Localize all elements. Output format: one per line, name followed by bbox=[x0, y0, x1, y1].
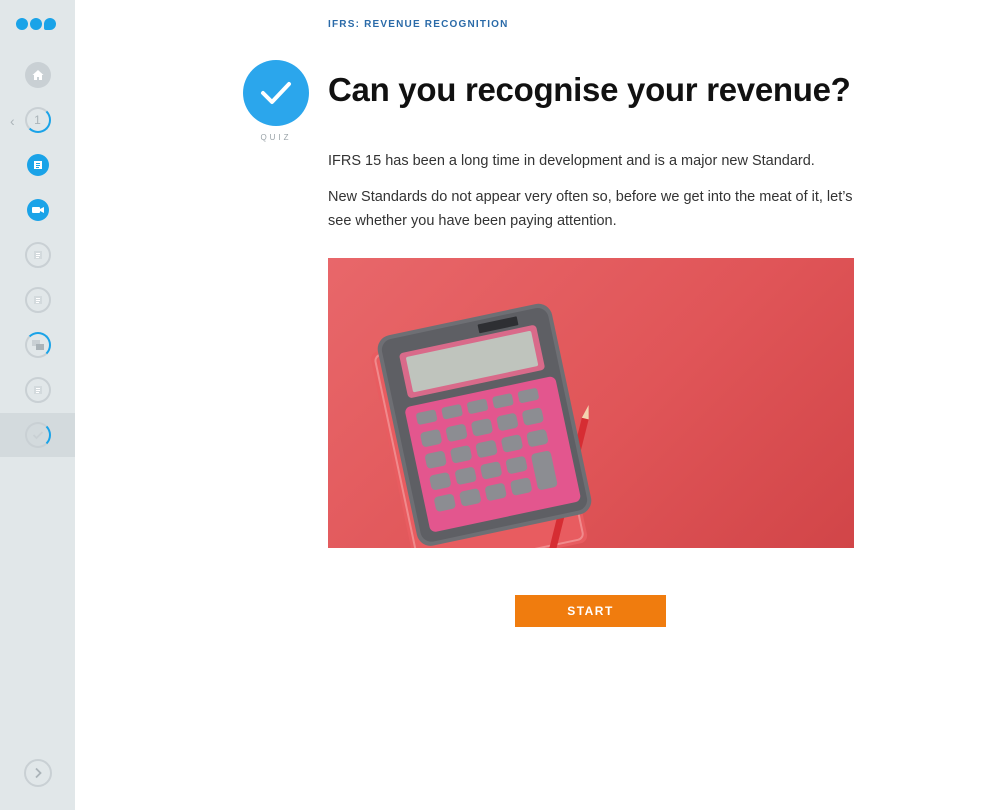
logo bbox=[16, 18, 56, 30]
sidebar-item-article-4[interactable] bbox=[0, 368, 75, 412]
sidebar: ‹ 1 bbox=[0, 0, 75, 810]
sidebar-item-progress[interactable]: 1 bbox=[0, 98, 75, 142]
sidebar-item-quiz[interactable] bbox=[0, 413, 75, 457]
home-icon bbox=[24, 62, 51, 88]
sidebar-item-discussion[interactable] bbox=[0, 323, 75, 367]
article-icon bbox=[26, 154, 49, 176]
start-button[interactable]: START bbox=[515, 595, 666, 627]
article-icon bbox=[24, 377, 51, 403]
sidebar-item-article-3[interactable] bbox=[0, 278, 75, 322]
breadcrumb[interactable]: IFRS: REVENUE RECOGNITION bbox=[328, 19, 509, 30]
discussion-icon bbox=[24, 332, 51, 358]
article-icon bbox=[24, 242, 51, 268]
progress-ring: 1 bbox=[24, 107, 51, 133]
quiz-label: QUIZ bbox=[260, 133, 292, 142]
body-paragraph: New Standards do not appear very often s… bbox=[328, 189, 853, 229]
sidebar-item-home[interactable] bbox=[0, 53, 75, 97]
quiz-badge bbox=[243, 60, 309, 126]
quiz-check-icon bbox=[24, 422, 51, 448]
article-icon bbox=[24, 287, 51, 313]
page-title: Can you recognise your revenue? bbox=[328, 71, 851, 108]
progress-number: 1 bbox=[34, 113, 41, 127]
sidebar-item-article-1[interactable] bbox=[0, 143, 75, 187]
video-icon bbox=[26, 199, 49, 221]
hero-image bbox=[328, 258, 854, 548]
checkmark-icon bbox=[261, 82, 291, 104]
intro-paragraph: IFRS 15 has been a long time in developm… bbox=[328, 153, 815, 169]
sidebar-item-article-2[interactable] bbox=[0, 233, 75, 277]
chevron-right-icon bbox=[35, 767, 42, 779]
sidebar-item-video[interactable] bbox=[0, 188, 75, 232]
next-button[interactable] bbox=[24, 759, 52, 787]
calculator-illustration bbox=[371, 303, 592, 548]
